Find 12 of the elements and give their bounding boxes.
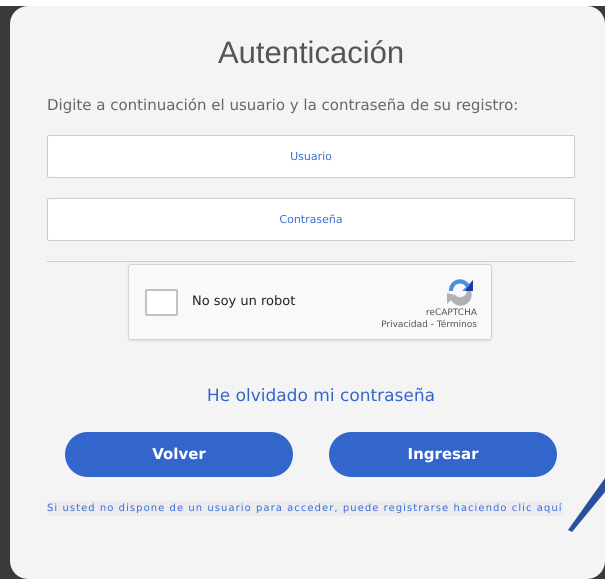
captcha-label: No soy un robot [192,293,296,312]
captcha-brand: reCAPTCHA [426,308,477,319]
password-field[interactable]: Contraseña [47,198,575,242]
username-field[interactable]: Usuario [47,135,575,178]
register-link[interactable]: Si usted no dispone de un usuario para acceder, puede registrarse haciendo clic aquí [47,500,563,516]
dialog-title: Autenticación [216,34,406,72]
forgot-password-link[interactable]: He olvidado mi contraseña [67,384,575,410]
login-button[interactable]: Ingresar [329,432,557,477]
captcha-checkbox[interactable] [145,288,178,316]
captcha-terms[interactable]: Privacidad - Términos [381,318,477,331]
instructions-text: Digite a continuación el usuario y la contraseña de su registro: [47,95,520,116]
back-button[interactable]: Volver [65,432,293,477]
